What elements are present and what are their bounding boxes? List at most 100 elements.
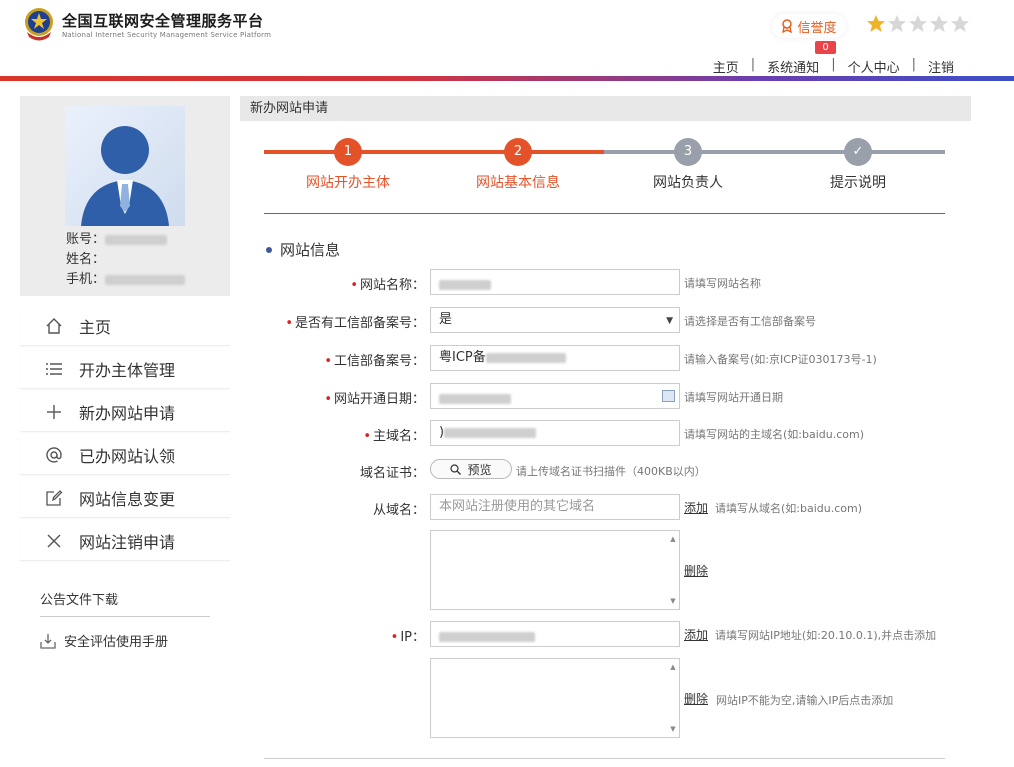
- row-has-icp: • 是否有工信部备案号： 是 ▼ 请选择是否有工信部备案号: [240, 307, 971, 333]
- sidebar-item-entity-management[interactable]: 开办主体管理: [20, 349, 230, 389]
- main-domain-input[interactable]: ): [430, 420, 680, 446]
- row-icp-number: • 工信部备案号： 粤ICP备 请输入备案号(如:京ICP证030173号-1): [240, 345, 971, 371]
- open-date-input[interactable]: [430, 383, 680, 409]
- phone-row: 手机：: [66, 268, 186, 287]
- row-ip: • IP： 添加 请填写网站IP地址(如:20.10.0.1),并点击添加: [240, 621, 971, 647]
- sub-domain-input[interactable]: 本网站注册使用的其它域名: [430, 494, 680, 520]
- row-sub-domain: 从域名： 本网站注册使用的其它域名 添加 请填写从域名(如:baidu.com): [240, 494, 971, 520]
- domain-cert-label: 域名证书：: [359, 466, 425, 481]
- scrollbar[interactable]: ▲ ▼: [669, 663, 677, 733]
- ip-hint: 请填写网站IP地址(如:20.10.0.1),并点击添加: [715, 629, 937, 642]
- step-progress: 1 网站开办主体 2 网站基本信息 3 网站负责人 ✓ 提示说明: [264, 138, 945, 198]
- star-icon: [909, 15, 927, 32]
- list-icon: [43, 360, 65, 378]
- step-1-circle: 1: [334, 138, 362, 166]
- nav-personal-center[interactable]: 个人中心: [836, 57, 912, 76]
- ip-delete-hint: 网站IP不能为空,请输入IP后点击添加: [716, 694, 894, 707]
- row-site-name: • 网站名称： 请填写网站名称: [240, 269, 971, 295]
- sub-domain-hint: 请填写从域名(如:baidu.com): [715, 502, 863, 515]
- step-2-circle: 2: [504, 138, 532, 166]
- downloads-title: 公告文件下载: [40, 589, 210, 617]
- sidebar-item-label: 已办网站认领: [79, 446, 176, 466]
- plus-icon: [43, 403, 65, 421]
- site-subtitle: National Internet Security Management Se…: [62, 31, 272, 39]
- sidebar-item-new-site[interactable]: 新办网站申请: [20, 392, 230, 432]
- has-icp-select[interactable]: 是 ▼: [430, 307, 680, 333]
- site-name-input[interactable]: [430, 269, 680, 295]
- magnifier-icon: [450, 463, 462, 475]
- account-value-redacted: [105, 234, 168, 245]
- icp-number-value: 粤ICP备: [439, 350, 486, 365]
- nav-notifications[interactable]: 系统通知: [755, 57, 831, 76]
- bottom-divider: [264, 758, 945, 759]
- avatar: [65, 106, 185, 226]
- sidebar-item-home[interactable]: 主页: [20, 306, 230, 346]
- step-3-label: 网站负责人: [653, 175, 723, 191]
- step-4-circle: ✓: [844, 138, 872, 166]
- step-line-pending: [604, 150, 945, 154]
- header-gradient-bar: [0, 76, 1014, 81]
- account-label: 账号：: [66, 232, 106, 247]
- section-title: 网站信息: [266, 239, 340, 260]
- credit-label: 信誉度: [797, 20, 837, 36]
- ip-delete-link[interactable]: 删除: [684, 690, 708, 707]
- site-name-label: • 网站名称：: [350, 278, 425, 293]
- step-4-label: 提示说明: [830, 175, 886, 191]
- police-emblem-icon: [25, 8, 53, 41]
- scrollbar[interactable]: ▲ ▼: [669, 535, 677, 605]
- calendar-icon[interactable]: [662, 390, 675, 402]
- ip-list[interactable]: ▲ ▼: [430, 658, 680, 738]
- icp-number-hint: 请输入备案号(如:京ICP证030173号-1): [684, 353, 877, 366]
- main-domain-hint: 请填写网站的主域名(如:baidu.com): [684, 428, 865, 441]
- download-link-manual[interactable]: 安全评估使用手册: [40, 631, 230, 650]
- name-row: 姓名：: [66, 248, 105, 267]
- sub-domain-list[interactable]: ▲ ▼: [430, 530, 680, 610]
- name-label: 姓名：: [66, 252, 106, 267]
- download-icon: [40, 633, 56, 649]
- user-profile: 账号： 姓名： 手机：: [20, 96, 230, 296]
- at-icon: [43, 446, 65, 464]
- bullet-dot: [266, 246, 272, 253]
- sub-domain-delete-link[interactable]: 删除: [684, 562, 708, 579]
- ip-label: • IP：: [390, 630, 425, 645]
- has-icp-value: 是: [439, 312, 453, 327]
- step-1-label: 网站开办主体: [306, 175, 390, 191]
- sidebar-item-label: 网站注销申请: [79, 532, 176, 552]
- domain-cert-hint: 请上传域名证书扫描件（400KB以内）: [516, 465, 706, 478]
- sidebar-item-label: 开办主体管理: [79, 360, 176, 380]
- ribbon-icon: [782, 19, 793, 33]
- main-domain-label: • 主域名：: [363, 429, 425, 444]
- icp-number-input[interactable]: 粤ICP备: [430, 345, 680, 371]
- step-2-label: 网站基本信息: [476, 175, 560, 191]
- star-icon: [867, 15, 885, 32]
- nav-logout[interactable]: 注销: [916, 57, 966, 76]
- sidebar-item-site-cancel[interactable]: 网站注销申请: [20, 521, 230, 561]
- notification-badge: 0: [815, 41, 836, 54]
- download-label: 安全评估使用手册: [64, 635, 169, 650]
- sidebar-item-site-change[interactable]: 网站信息变更: [20, 478, 230, 518]
- nav-home[interactable]: 主页: [701, 57, 751, 76]
- row-open-date: • 网站开通日期： 请填写网站开通日期: [240, 383, 971, 409]
- ip-add-link[interactable]: 添加: [684, 626, 708, 643]
- sidebar-menu: 主页 开办主体管理 新办网站申请 已办网站认领 网站信息变更 网站注销申请: [20, 306, 230, 561]
- site-name-hint: 请填写网站名称: [684, 277, 761, 290]
- step-3-circle: 3: [674, 138, 702, 166]
- has-icp-label: • 是否有工信部备案号：: [285, 316, 425, 331]
- section-title-text: 网站信息: [280, 241, 341, 259]
- edit-icon: [43, 489, 65, 507]
- ip-input[interactable]: [430, 621, 680, 647]
- section-divider: [264, 213, 945, 214]
- phone-label: 手机：: [66, 272, 106, 287]
- sub-domain-add-link[interactable]: 添加: [684, 499, 708, 516]
- credit-stars: [866, 14, 970, 34]
- preview-button[interactable]: 预览: [430, 459, 512, 479]
- star-icon: [888, 15, 906, 32]
- home-icon: [43, 317, 65, 335]
- row-domain-cert: 域名证书： 预览 请上传域名证书扫描件（400KB以内）: [240, 457, 971, 483]
- phone-value-redacted: [105, 274, 186, 285]
- close-icon: [43, 532, 65, 550]
- account-row: 账号：: [66, 228, 168, 247]
- star-icon: [951, 15, 969, 32]
- sidebar-item-claim-site[interactable]: 已办网站认领: [20, 435, 230, 475]
- site-title: 全国互联网安全管理服务平台: [62, 12, 264, 30]
